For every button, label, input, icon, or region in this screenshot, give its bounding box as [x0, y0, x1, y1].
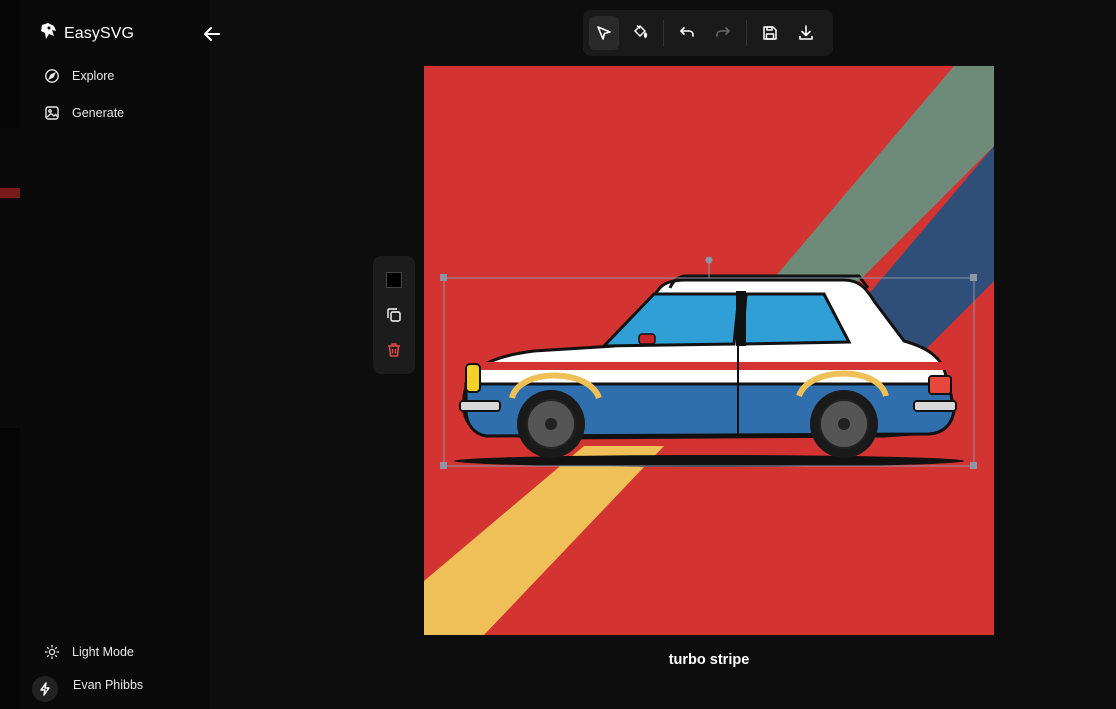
toolbar-divider: [746, 20, 747, 46]
fill-tool-button[interactable]: [625, 16, 655, 50]
save-button[interactable]: [755, 16, 785, 50]
back-button[interactable]: [200, 22, 224, 46]
black-swatch-icon: [386, 271, 402, 288]
copy-icon: [387, 308, 401, 322]
download-icon: [799, 25, 813, 40]
paint-bucket-icon: [634, 24, 648, 39]
left-background-strip: [0, 128, 20, 428]
selection-actions-panel: [373, 256, 415, 374]
sidebar-item-label: Generate: [72, 106, 125, 120]
sidebar-item-generate[interactable]: Generate: [44, 105, 124, 121]
artwork: [424, 66, 994, 635]
redo-icon: [716, 27, 730, 37]
light-mode-label: Light Mode: [72, 645, 134, 659]
compass-icon: [45, 69, 59, 83]
trash-icon: [388, 343, 400, 358]
app-brand[interactable]: EasySVG: [40, 22, 134, 45]
duplicate-button[interactable]: [380, 301, 408, 329]
select-tool-button[interactable]: [589, 16, 620, 50]
redo-button[interactable]: [708, 16, 738, 50]
arrow-left-icon: [204, 27, 220, 41]
left-background-accent: [0, 188, 20, 198]
logo-icon: [40, 22, 58, 45]
sun-icon: [44, 644, 60, 660]
download-button[interactable]: [791, 16, 821, 50]
light-mode-toggle[interactable]: Light Mode: [44, 644, 134, 660]
user-name: Evan Phibbs: [73, 678, 144, 692]
user-menu[interactable]: Evan Phibbs: [73, 678, 143, 692]
avatar[interactable]: [32, 676, 58, 702]
bolt-icon: [40, 682, 50, 696]
editor-toolbar: [583, 10, 833, 56]
undo-button[interactable]: [672, 16, 702, 50]
svg-canvas[interactable]: [424, 66, 994, 635]
save-icon: [763, 26, 777, 40]
cursor-icon: [597, 26, 611, 40]
undo-icon: [680, 27, 694, 37]
sidebar-item-explore[interactable]: Explore: [44, 68, 114, 84]
app-name: EasySVG: [64, 24, 135, 42]
toolbar-divider: [663, 20, 664, 46]
image-icon: [45, 106, 59, 120]
sidebar-item-label: Explore: [72, 69, 115, 83]
fill-color-swatch[interactable]: [380, 266, 408, 294]
artwork-title: turbo stripe: [668, 652, 750, 668]
delete-button[interactable]: [380, 336, 408, 364]
